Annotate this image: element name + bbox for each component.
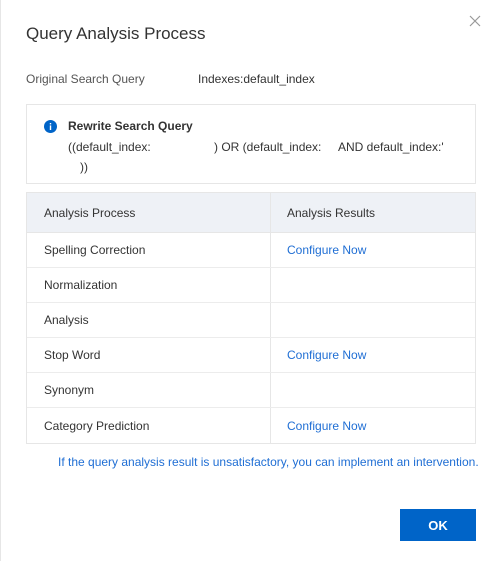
column-header-results: Analysis Results — [287, 205, 376, 220]
process-cell: Synonym — [27, 373, 271, 407]
result-cell — [271, 373, 477, 407]
configure-now-link[interactable]: Configure Now — [287, 348, 366, 362]
query-analysis-dialog: Query Analysis Process Original Search Q… — [0, 0, 493, 561]
result-cell — [271, 268, 477, 302]
rewrite-query-title: Rewrite Search Query — [68, 119, 193, 133]
dialog-title: Query Analysis Process — [26, 24, 206, 43]
original-query-value: Indexes:default_index — [198, 72, 315, 86]
ok-button[interactable]: OK — [400, 509, 476, 541]
result-cell — [271, 303, 477, 337]
table-row: Spelling Correction Configure Now — [27, 233, 475, 268]
rewrite-query-segment: AND default_index:' — [338, 140, 444, 154]
process-cell: Normalization — [27, 268, 271, 302]
result-cell: Configure Now — [271, 233, 477, 267]
rewrite-query-line-2: )) — [80, 160, 88, 174]
table-row: Stop Word Configure Now — [27, 338, 475, 373]
table-header: Analysis Process Analysis Results — [27, 193, 475, 233]
rewrite-query-panel: Rewrite Search Query ((default_index: ) … — [26, 104, 476, 184]
close-icon[interactable] — [468, 14, 482, 28]
info-icon — [44, 120, 57, 133]
intervention-hint-link[interactable]: If the query analysis result is unsatisf… — [58, 455, 479, 469]
original-query-label: Original Search Query — [26, 72, 145, 86]
process-cell: Category Prediction — [27, 408, 271, 443]
analysis-table: Analysis Process Analysis Results Spelli… — [26, 192, 476, 444]
result-cell: Configure Now — [271, 408, 477, 443]
process-cell: Spelling Correction — [27, 233, 271, 267]
process-cell: Analysis — [27, 303, 271, 337]
rewrite-query-segment: ((default_index: — [68, 140, 151, 154]
configure-now-link[interactable]: Configure Now — [287, 243, 366, 257]
table-row: Synonym — [27, 373, 475, 408]
table-row: Category Prediction Configure Now — [27, 408, 475, 443]
process-cell: Stop Word — [27, 338, 271, 372]
table-row: Normalization — [27, 268, 475, 303]
table-row: Analysis — [27, 303, 475, 338]
column-header-process: Analysis Process — [27, 193, 271, 232]
configure-now-link[interactable]: Configure Now — [287, 419, 366, 433]
result-cell: Configure Now — [271, 338, 477, 372]
rewrite-query-segment: ) OR (default_index: — [214, 140, 322, 154]
